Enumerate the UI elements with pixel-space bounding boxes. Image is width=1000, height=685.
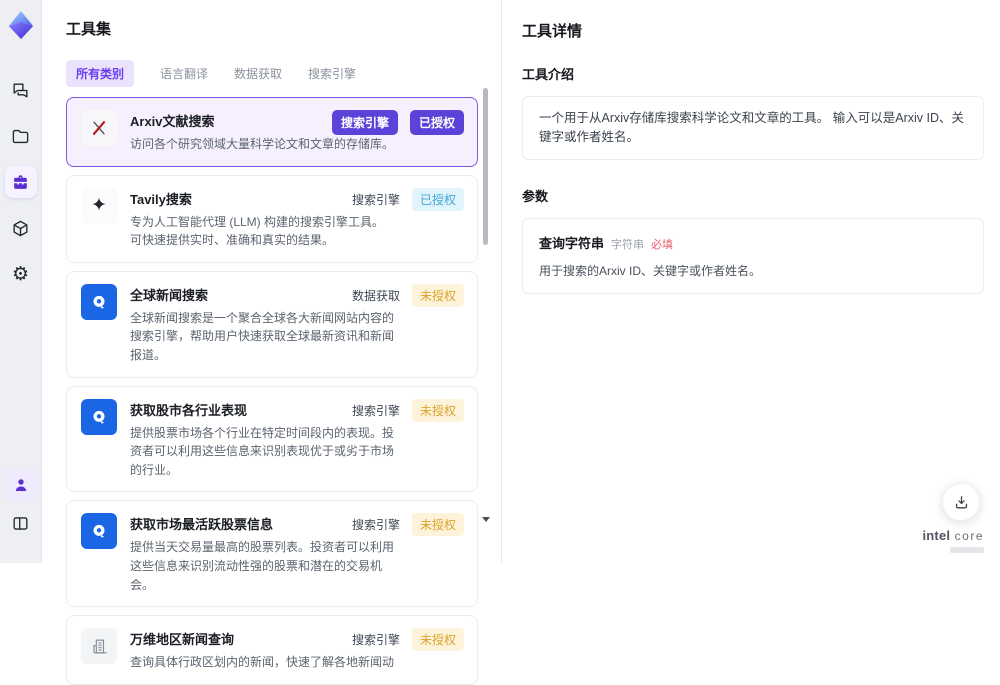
news-search-icon xyxy=(81,283,117,320)
tool-card[interactable]: 万维地区新闻查询 查询具体行政区划内的新闻，快速了解各地新闻动 搜索引擎 未授权 xyxy=(66,615,478,685)
status-badge: 已授权 xyxy=(409,110,464,135)
tool-list-panel: 工具集 所有类别 语言翻译 数据获取 搜索引擎 Arxiv文献搜索 访问各个研究… xyxy=(42,0,501,685)
sidebar-item-settings[interactable]: ⚙ xyxy=(5,258,37,290)
status-badge: 未授权 xyxy=(411,628,464,652)
status-badge: 未授权 xyxy=(411,398,464,422)
intel-core-logo: intel core xyxy=(922,527,984,553)
tool-category-tag: 搜索引擎 xyxy=(351,403,400,418)
tab-all-categories[interactable]: 所有类别 xyxy=(66,60,135,87)
scrollbar-thumb[interactable] xyxy=(483,88,488,245)
left-rail: ⚙ xyxy=(0,0,42,563)
tool-category-tag: 搜索引擎 xyxy=(351,633,400,648)
detail-title: 工具详情 xyxy=(522,23,583,40)
tool-desc: 访问各个研究领域大量科学论文和文章的存储库。 xyxy=(130,137,395,151)
tool-intro-text: 一个用于从Arxiv存储库搜索科学论文和文章的工具。 输入可以是Arxiv ID… xyxy=(522,96,984,160)
tool-category-tag: 搜索引擎 xyxy=(351,518,400,533)
sidebar-item-files[interactable] xyxy=(5,120,37,152)
user-icon xyxy=(15,479,26,491)
category-tabs: 所有类别 语言翻译 数据获取 搜索引擎 xyxy=(66,60,501,87)
download-button[interactable] xyxy=(942,483,980,521)
tool-card[interactable]: ✦ Tavily搜索 专为人工智能代理 (LLM) 构建的搜索引擎工具。可快速提… xyxy=(66,174,478,263)
tab-language-translation[interactable]: 语言翻译 xyxy=(160,65,208,82)
tavily-icon: ✦ xyxy=(81,187,117,224)
tool-desc: 提供当天交易量最高的股票列表。投资者可以利用这些信息来识别流动性强的股票和潜在的… xyxy=(130,540,395,592)
status-badge: 未授权 xyxy=(411,283,464,307)
intro-section-title: 工具介绍 xyxy=(522,67,575,82)
tool-card[interactable]: 获取市场最活跃股票信息 提供当天交易量最高的股票列表。投资者可以利用这些信息来识… xyxy=(66,500,478,608)
app-logo-icon xyxy=(8,10,33,40)
arxiv-icon xyxy=(81,110,117,146)
status-badge: 未授权 xyxy=(411,513,464,537)
sidebar-item-chat[interactable] xyxy=(5,74,37,106)
tool-desc: 查询具体行政区划内的新闻，快速了解各地新闻动 xyxy=(130,655,395,670)
intel-logo-subtext xyxy=(950,547,984,553)
param-name: 查询字符串 xyxy=(539,235,605,251)
tab-search-engine[interactable]: 搜索引擎 xyxy=(308,65,356,82)
tool-category-tag: 搜索引擎 xyxy=(351,192,400,207)
tool-category-tag: 数据获取 xyxy=(351,288,400,303)
parameter-card: 查询字符串 字符串 必填 用于搜索的Arxiv ID、关键字或作者姓名。 xyxy=(522,217,984,294)
tab-data-fetch[interactable]: 数据获取 xyxy=(234,65,282,82)
folder-icon xyxy=(12,129,29,143)
sidebar-item-models[interactable] xyxy=(5,212,37,244)
status-badge: 已授权 xyxy=(411,187,464,211)
chat-icon xyxy=(13,82,28,98)
tool-list: Arxiv文献搜索 访问各个研究领域大量科学论文和文章的存储库。 搜索引擎 已授… xyxy=(66,97,478,685)
param-desc: 用于搜索的Arxiv ID、关键字或作者姓名。 xyxy=(539,263,762,278)
param-type: 字符串 xyxy=(611,238,645,251)
panel-layout-icon xyxy=(13,516,28,530)
gear-icon: ⚙ xyxy=(11,263,30,285)
tool-card[interactable]: Arxiv文献搜索 访问各个研究领域大量科学论文和文章的存储库。 搜索引擎 已授… xyxy=(66,97,478,167)
tool-category-tag: 搜索引擎 xyxy=(331,110,398,135)
page-title: 工具集 xyxy=(66,21,112,38)
sidebar-item-collapse[interactable] xyxy=(5,507,37,539)
sparkle-icon: ✦ xyxy=(91,195,107,217)
tool-desc: 全球新闻搜索是一个聚合全球各大新闻网站内容的搜索引擎，帮助用户快速获取全球最新资… xyxy=(130,310,395,362)
news-search-icon xyxy=(81,398,117,435)
tool-card[interactable]: 全球新闻搜索 全球新闻搜索是一个聚合全球各大新闻网站内容的搜索引擎，帮助用户快速… xyxy=(66,270,478,378)
tool-detail-panel: 工具详情 工具介绍 一个用于从Arxiv存储库搜索科学论文和文章的工具。 输入可… xyxy=(502,0,1000,563)
tool-card[interactable]: 获取股市各行业表现 提供股票市场各个行业在特定时间段内的表现。投资者可以利用这些… xyxy=(66,385,478,493)
download-icon xyxy=(955,495,967,508)
param-required-badge: 必填 xyxy=(651,238,674,251)
building-icon xyxy=(81,628,117,665)
tool-desc: 专为人工智能代理 (LLM) 构建的搜索引擎工具。可快速提供实时、准确和真实的结… xyxy=(130,214,385,248)
sidebar-item-account[interactable] xyxy=(4,469,37,501)
tool-desc: 提供股票市场各个行业在特定时间段内的表现。投资者可以利用这些信息来识别表现优于或… xyxy=(130,425,395,477)
scrollbar-down-arrow[interactable] xyxy=(482,517,490,522)
news-search-icon xyxy=(81,513,117,550)
params-section-title: 参数 xyxy=(522,188,549,204)
sidebar-item-tools[interactable] xyxy=(4,166,37,198)
list-scrollbar[interactable] xyxy=(482,0,490,563)
toolbox-icon xyxy=(14,174,27,189)
cube-icon xyxy=(13,220,28,236)
